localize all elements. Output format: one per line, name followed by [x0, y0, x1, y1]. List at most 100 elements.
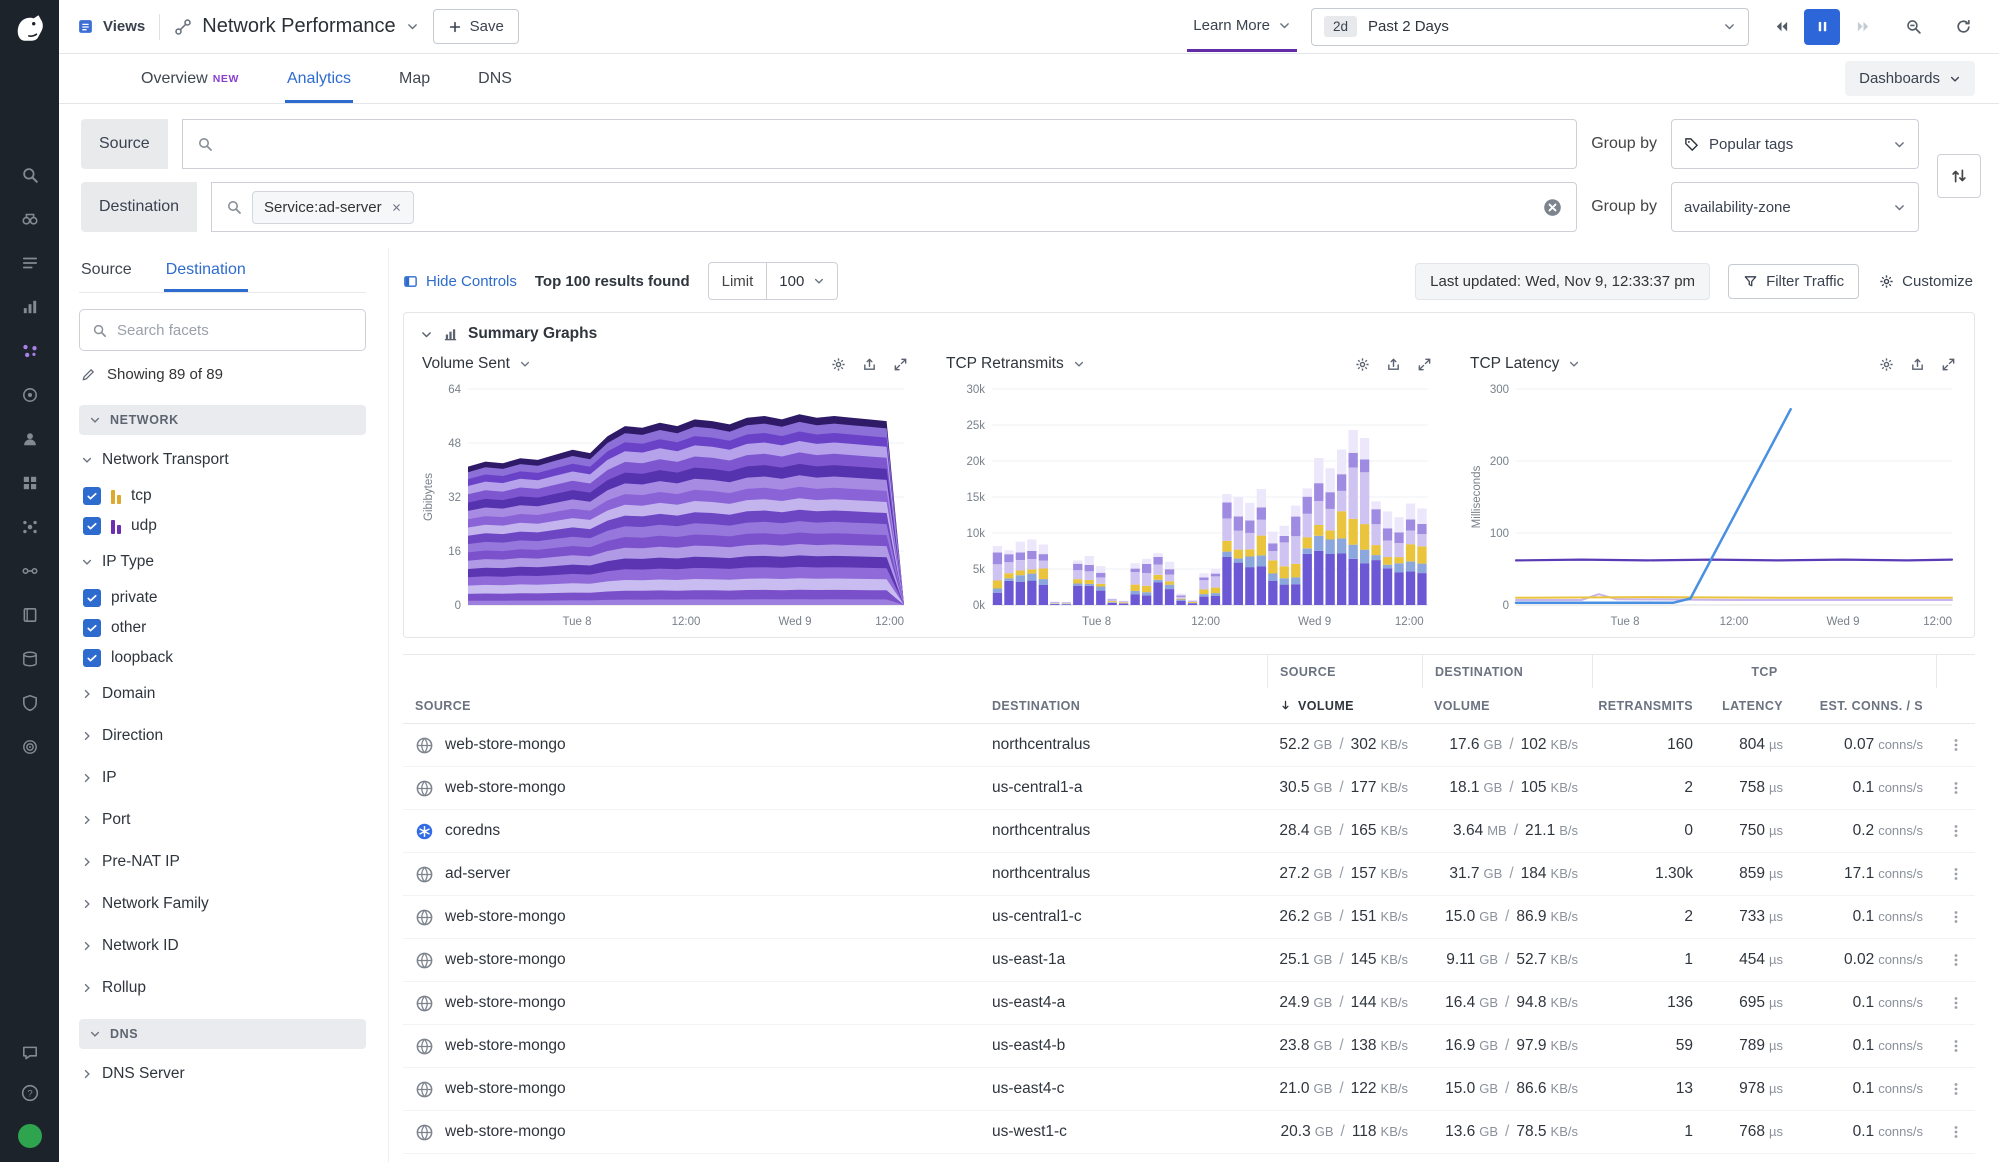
learn-more-dropdown[interactable]: Learn More: [1187, 2, 1297, 52]
limit-control[interactable]: Limit 100: [708, 262, 839, 300]
save-button[interactable]: Save: [433, 9, 519, 44]
events-icon[interactable]: [21, 738, 39, 756]
destination-name[interactable]: us-east4-c: [980, 1080, 1267, 1098]
help-icon[interactable]: ?: [21, 1084, 39, 1102]
source-name[interactable]: web-store-mongo: [445, 908, 566, 926]
facet-search-input[interactable]: [117, 322, 353, 339]
facet-item-tcp[interactable]: tcp: [79, 481, 366, 511]
chart-expand-icon[interactable]: [1941, 357, 1956, 372]
source-name[interactable]: web-store-mongo: [445, 736, 566, 754]
source-name[interactable]: ad-server: [445, 865, 510, 883]
destination-name[interactable]: us-central1-c: [980, 908, 1267, 926]
row-menu-icon[interactable]: [1937, 952, 1975, 968]
chart-settings-icon[interactable]: [1879, 357, 1894, 372]
metrics-icon[interactable]: [21, 298, 39, 316]
tab-dns[interactable]: DNS: [476, 54, 514, 103]
logs-icon[interactable]: [21, 254, 39, 272]
facet-group-ip[interactable]: IP: [79, 757, 366, 799]
datadog-logo[interactable]: [11, 10, 49, 48]
facet-tab-destination[interactable]: Destination: [164, 248, 248, 292]
hide-controls-button[interactable]: Hide Controls: [403, 273, 517, 290]
chart-settings-icon[interactable]: [1355, 357, 1370, 372]
table-row[interactable]: web-store-mongous-east4-a24.9GB/144KB/s1…: [403, 982, 1975, 1025]
facet-tab-source[interactable]: Source: [79, 248, 134, 292]
view-title-dropdown[interactable]: Network Performance: [174, 15, 418, 38]
table-row[interactable]: web-store-mongous-east4-c21.0GB/122KB/s1…: [403, 1068, 1975, 1111]
facet-item-private[interactable]: private: [79, 583, 366, 613]
infrastructure-icon[interactable]: [21, 650, 39, 668]
table-row[interactable]: web-store-mongous-west1-c20.3GB/118KB/s1…: [403, 1111, 1975, 1154]
forward-button[interactable]: [1845, 9, 1881, 45]
filter-pill-service-ad-server[interactable]: Service:ad-server: [252, 191, 414, 224]
facet-group-rollup[interactable]: Rollup: [79, 967, 366, 1009]
checkbox-checked[interactable]: [83, 619, 101, 637]
destination-name[interactable]: northcentralus: [980, 736, 1267, 754]
checkbox-checked[interactable]: [83, 649, 101, 667]
row-menu-icon[interactable]: [1937, 995, 1975, 1011]
row-menu-icon[interactable]: [1937, 866, 1975, 882]
source-name[interactable]: coredns: [445, 822, 500, 840]
search-icon[interactable]: [21, 166, 39, 184]
facet-item-other[interactable]: other: [79, 613, 366, 643]
row-menu-icon[interactable]: [1937, 909, 1975, 925]
table-row[interactable]: web-store-mongonorthcentralus52.2GB/302K…: [403, 724, 1975, 767]
chart-title[interactable]: TCP Latency: [1470, 355, 1559, 373]
table-row[interactable]: web-store-mongous-east4-b23.8GB/138KB/s1…: [403, 1025, 1975, 1068]
row-menu-icon[interactable]: [1937, 1038, 1975, 1054]
source-group-by-select[interactable]: Popular tags: [1671, 119, 1919, 169]
service-map-icon[interactable]: [21, 562, 39, 580]
time-range-select[interactable]: 2d Past 2 Days: [1311, 8, 1749, 46]
chart-expand-icon[interactable]: [1417, 357, 1432, 372]
source-name[interactable]: web-store-mongo: [445, 1037, 566, 1055]
destination-name[interactable]: northcentralus: [980, 822, 1267, 840]
facet-group-direction[interactable]: Direction: [79, 715, 366, 757]
chart-plot-tcp-retransmits[interactable]: 0k5k10k15k20k25k30kTue 812:00Wed 912:00: [944, 379, 1434, 631]
table-row[interactable]: ad-servernorthcentralus27.2GB/157KB/s31.…: [403, 853, 1975, 896]
facet-group-pre-nat-ip[interactable]: Pre-NAT IP: [79, 841, 366, 883]
destination-search-box[interactable]: Service:ad-server: [211, 182, 1577, 232]
chart-export-icon[interactable]: [862, 357, 877, 372]
tab-overview[interactable]: OverviewNEW: [139, 54, 241, 103]
source-name[interactable]: web-store-mongo: [445, 994, 566, 1012]
row-menu-icon[interactable]: [1937, 1124, 1975, 1140]
row-menu-icon[interactable]: [1937, 1081, 1975, 1097]
chart-export-icon[interactable]: [1910, 357, 1925, 372]
row-menu-icon[interactable]: [1937, 823, 1975, 839]
checkbox-checked[interactable]: [83, 487, 101, 505]
pill-remove-icon[interactable]: [391, 202, 402, 213]
checkbox-checked[interactable]: [83, 517, 101, 535]
row-menu-icon[interactable]: [1937, 737, 1975, 753]
customize-button[interactable]: Customize: [1877, 273, 1975, 290]
col-header-destination-volume[interactable]: VOLUME: [1422, 699, 1592, 713]
filter-traffic-button[interactable]: Filter Traffic: [1728, 264, 1859, 299]
checkbox-checked[interactable]: [83, 589, 101, 607]
destination-name[interactable]: us-west1-c: [980, 1123, 1267, 1141]
tab-analytics[interactable]: Analytics: [285, 54, 353, 103]
source-name[interactable]: web-store-mongo: [445, 779, 566, 797]
dashboards-dropdown[interactable]: Dashboards: [1845, 61, 1975, 96]
chart-plot-tcp-latency[interactable]: 0100200300Tue 812:00Wed 912:00Millisecon…: [1468, 379, 1958, 631]
row-menu-icon[interactable]: [1937, 780, 1975, 796]
destination-group-by-select[interactable]: availability-zone: [1671, 182, 1919, 232]
support-chat-icon[interactable]: [21, 1044, 39, 1062]
table-row[interactable]: web-store-mongous-central1-c26.2GB/151KB…: [403, 896, 1975, 939]
tab-map[interactable]: Map: [397, 54, 432, 103]
views-button[interactable]: Views: [77, 18, 145, 35]
destination-name[interactable]: us-east4-a: [980, 994, 1267, 1012]
security-icon[interactable]: [21, 694, 39, 712]
destination-name[interactable]: us-east-1a: [980, 951, 1267, 969]
integrations-icon[interactable]: [21, 474, 39, 492]
source-name[interactable]: web-store-mongo: [445, 951, 566, 969]
source-name[interactable]: web-store-mongo: [445, 1123, 566, 1141]
facet-item-loopback[interactable]: loopback: [79, 643, 366, 673]
facet-group-port[interactable]: Port: [79, 799, 366, 841]
facet-group-dns-server[interactable]: DNS Server: [79, 1053, 366, 1095]
col-header-destination[interactable]: DESTINATION: [980, 699, 1267, 713]
refresh-button[interactable]: [1945, 9, 1981, 45]
summary-graphs-header[interactable]: Summary Graphs: [420, 325, 1958, 343]
rum-icon[interactable]: [21, 430, 39, 448]
synthetics-icon[interactable]: [21, 386, 39, 404]
col-header-retransmits[interactable]: RETRANSMITS: [1592, 699, 1707, 713]
pencil-icon[interactable]: [81, 367, 96, 382]
col-header-est-conns[interactable]: EST. CONNS. / S: [1797, 699, 1937, 713]
